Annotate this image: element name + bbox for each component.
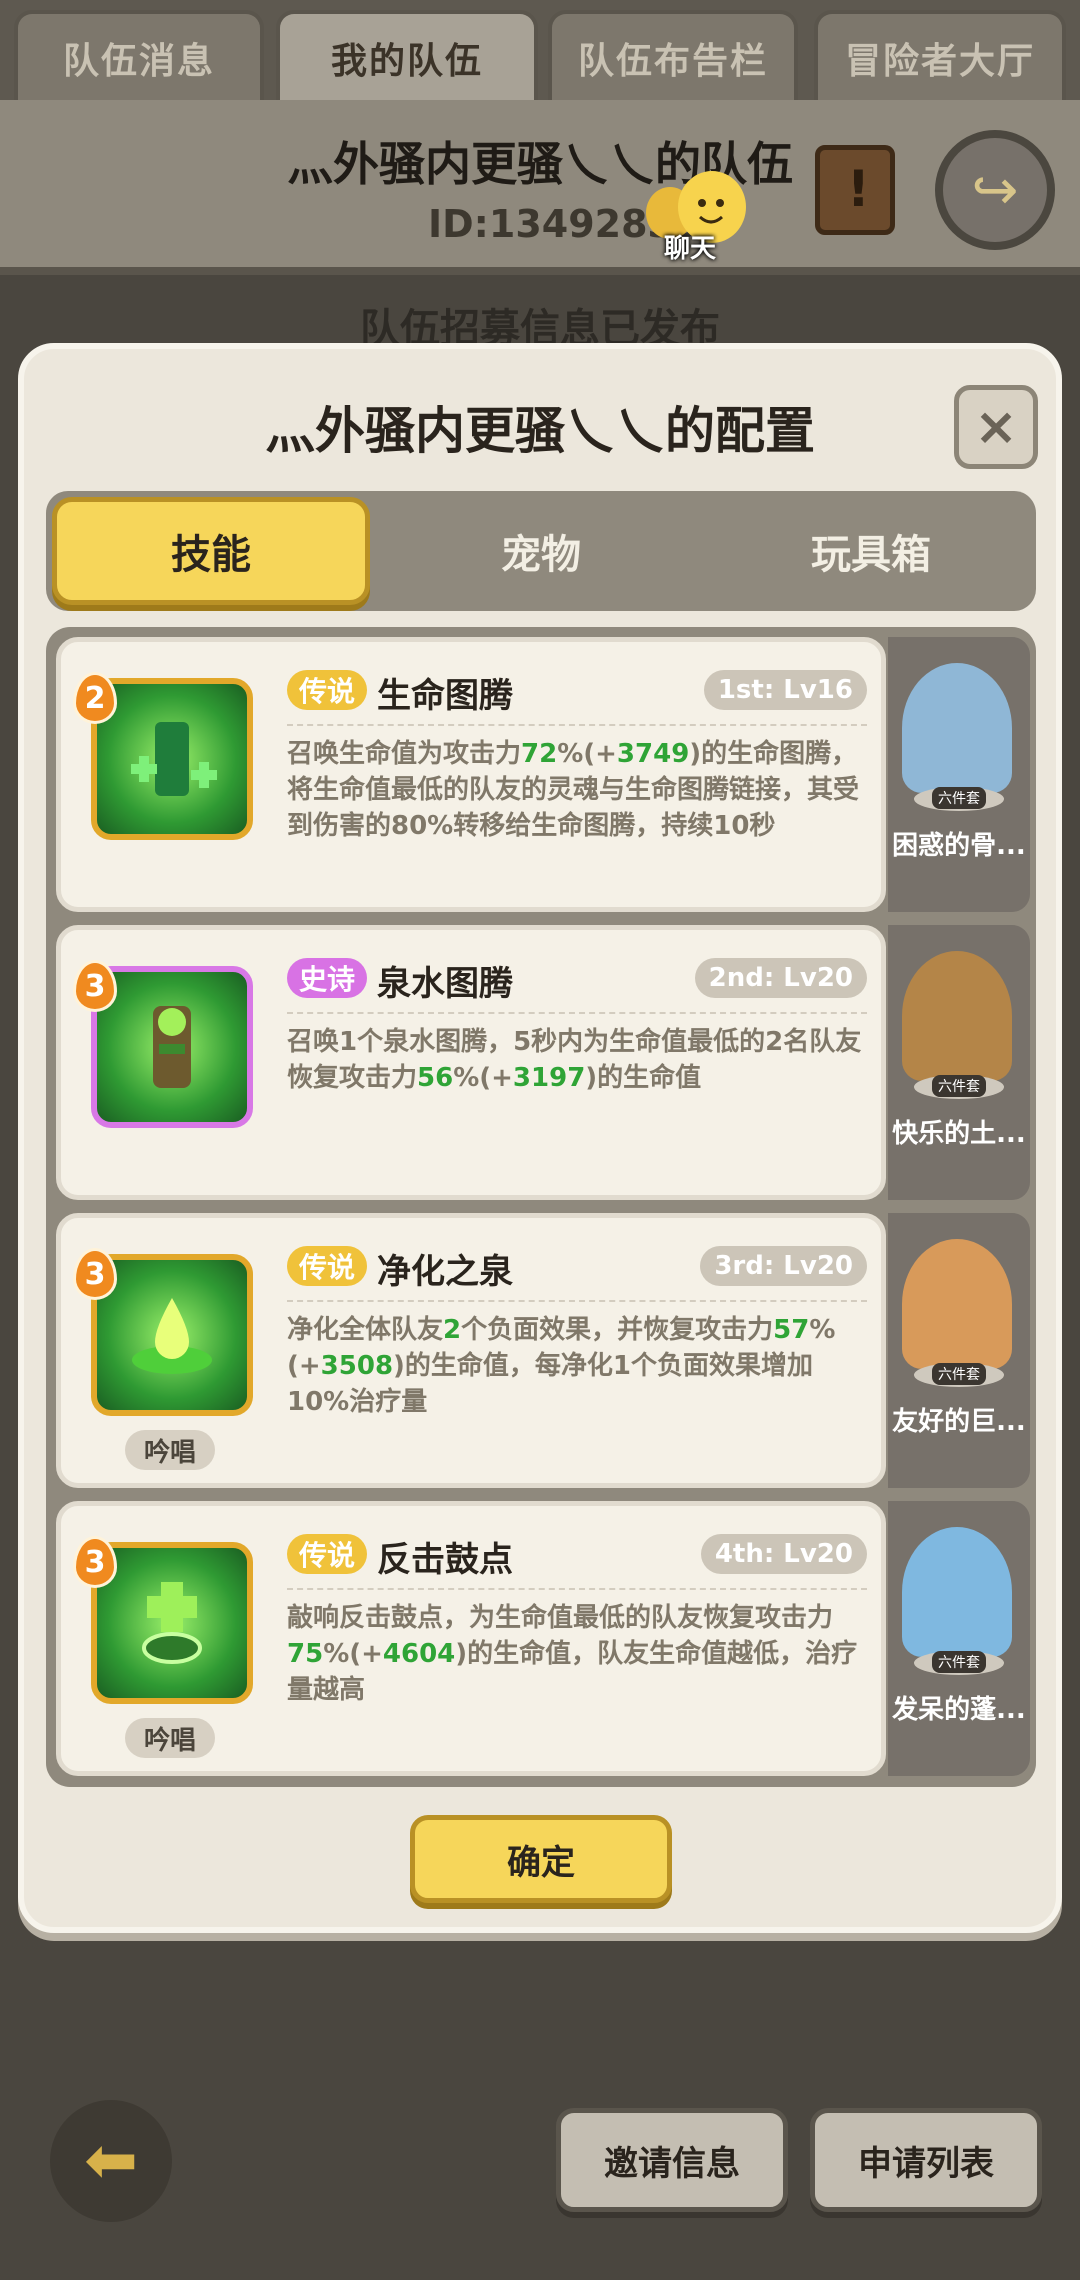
tab-team-board[interactable]: 队伍布告栏 bbox=[548, 10, 798, 102]
divider bbox=[287, 1300, 867, 1302]
tab-skills[interactable]: 技能 bbox=[52, 497, 370, 605]
chat-label[interactable]: 聊天 bbox=[650, 228, 730, 265]
pet-card[interactable]: 六件套 友好的巨... bbox=[888, 1213, 1030, 1488]
confirm-button[interactable]: 确定 bbox=[410, 1815, 672, 1903]
desc-number: 3749 bbox=[616, 739, 690, 769]
tab-pets[interactable]: 宠物 bbox=[382, 497, 700, 605]
desc-number: 56 bbox=[417, 1063, 454, 1093]
pet-image bbox=[902, 951, 1012, 1081]
skill-card[interactable]: 2 传说 生命图腾 1st: Lv16 召唤生命值为攻击力72%(+3749)的… bbox=[56, 637, 886, 912]
divider bbox=[287, 724, 867, 726]
skill-card[interactable]: 3 吟唱 传说 净化之泉 3rd: Lv20 净化全体队友2个负面效果，并恢复攻… bbox=[56, 1213, 886, 1488]
desc-text: 净化全体队友 bbox=[287, 1315, 444, 1345]
desc-text: 敲响反击鼓点，为生命值最低的队友恢复攻击力 bbox=[287, 1603, 834, 1633]
desc-text: 个负面效果，并恢复攻击力 bbox=[461, 1315, 774, 1345]
chant-tag: 吟唱 bbox=[125, 1430, 215, 1470]
desc-text: %(+ bbox=[323, 1639, 383, 1669]
rarity-tag: 传说 bbox=[287, 1246, 368, 1286]
rarity-tag: 史诗 bbox=[287, 958, 368, 998]
apply-list-button[interactable]: 申请列表 bbox=[810, 2108, 1042, 2212]
tab-adventurer-hall[interactable]: 冒险者大厅 bbox=[814, 10, 1066, 102]
skills-panel: 2 传说 生命图腾 1st: Lv16 召唤生命值为攻击力72%(+3749)的… bbox=[46, 627, 1036, 1787]
config-tab-bar: 技能 宠物 玩具箱 bbox=[46, 491, 1036, 611]
skill-name: 净化之泉 bbox=[377, 1252, 513, 1292]
droplet-icon bbox=[132, 1298, 212, 1374]
skill-card[interactable]: 3 吟唱 传说 反击鼓点 4th: Lv20 敲响反击鼓点，为生命值最低的队友恢… bbox=[56, 1501, 886, 1776]
skill-rank-tag: 1st: Lv16 bbox=[703, 670, 867, 710]
pet-set-badge: 六件套 bbox=[932, 1363, 986, 1385]
desc-number: 72 bbox=[521, 739, 558, 769]
team-header: 灬外骚内更骚乀乀的队伍 ID:13492839 bbox=[0, 100, 1080, 275]
desc-text: )的生命值 bbox=[585, 1063, 702, 1093]
skill-card[interactable]: 3 史诗 泉水图腾 2nd: Lv20 召唤1个泉水图腾，5秒内为生命值最低的2… bbox=[56, 925, 886, 1200]
close-icon: × bbox=[974, 397, 1018, 457]
pet-card[interactable]: 六件套 发呆的蓬... bbox=[888, 1501, 1030, 1776]
rarity-tag: 传说 bbox=[287, 670, 368, 710]
config-modal: 灬外骚内更骚乀乀的配置 × 技能 宠物 玩具箱 2 传说 生命图腾 1st: L… bbox=[18, 343, 1062, 1933]
chant-tag: 吟唱 bbox=[125, 1718, 215, 1758]
desc-number: 3197 bbox=[512, 1063, 586, 1093]
desc-number: 3508 bbox=[320, 1351, 394, 1381]
exit-team-button[interactable]: ↪ bbox=[935, 130, 1055, 250]
drum-cross-icon bbox=[142, 1582, 202, 1664]
pet-name: 困惑的骨... bbox=[892, 831, 1026, 861]
skill-rank-tag: 2nd: Lv20 bbox=[694, 958, 867, 998]
desc-number: 2 bbox=[443, 1315, 462, 1345]
pet-set-badge: 六件套 bbox=[932, 1651, 986, 1673]
skill-description: 敲响反击鼓点，为生命值最低的队友恢复攻击力75%(+4604)的生命值，队友生命… bbox=[287, 1600, 867, 1708]
desc-number: 57 bbox=[773, 1315, 810, 1345]
desc-text: 召唤生命值为攻击力 bbox=[287, 739, 522, 769]
divider bbox=[287, 1012, 867, 1014]
top-tab-bar: 队伍消息 我的队伍 队伍布告栏 冒险者大厅 bbox=[0, 0, 1080, 102]
tab-toybox[interactable]: 玩具箱 bbox=[712, 497, 1030, 605]
tab-my-team[interactable]: 我的队伍 bbox=[276, 10, 538, 102]
tab-team-messages[interactable]: 队伍消息 bbox=[14, 10, 264, 102]
skill-description: 召唤生命值为攻击力72%(+3749)的生命图腾，将生命值最低的队友的灵魂与生命… bbox=[287, 736, 867, 844]
skill-description: 召唤1个泉水图腾，5秒内为生命值最低的2名队友恢复攻击力56%(+3197)的生… bbox=[287, 1024, 867, 1096]
desc-text: %(+ bbox=[557, 739, 617, 769]
desc-number: 75 bbox=[287, 1639, 324, 1669]
pet-image bbox=[902, 1239, 1012, 1369]
rarity-tag: 传说 bbox=[287, 1534, 368, 1574]
skill-rank-tag: 4th: Lv20 bbox=[700, 1534, 867, 1574]
skill-name: 泉水图腾 bbox=[377, 964, 513, 1004]
pet-set-badge: 六件套 bbox=[932, 787, 986, 809]
pet-name: 发呆的蓬... bbox=[892, 1695, 1026, 1725]
modal-title: 灬外骚内更骚乀乀的配置 bbox=[265, 402, 815, 460]
pet-image bbox=[902, 663, 1012, 793]
pet-image bbox=[902, 1527, 1012, 1657]
notice-scroll-icon[interactable] bbox=[815, 145, 895, 235]
pet-name: 友好的巨... bbox=[892, 1407, 1026, 1437]
divider bbox=[287, 1588, 867, 1590]
pet-card[interactable]: 六件套 快乐的土... bbox=[888, 925, 1030, 1200]
totem-icon bbox=[153, 1006, 191, 1088]
desc-number: 4604 bbox=[382, 1639, 456, 1669]
back-arrow-icon: ⬅ bbox=[84, 2124, 138, 2198]
skill-rank-tag: 3rd: Lv20 bbox=[700, 1246, 867, 1286]
pet-name: 快乐的土... bbox=[892, 1119, 1026, 1149]
skill-name: 生命图腾 bbox=[377, 676, 513, 716]
invite-info-button[interactable]: 邀请信息 bbox=[556, 2108, 788, 2212]
close-button[interactable]: × bbox=[954, 385, 1038, 469]
back-button[interactable]: ⬅ bbox=[50, 2100, 172, 2222]
skill-name: 反击鼓点 bbox=[377, 1540, 513, 1580]
team-name: 灬外骚内更骚乀乀的队伍 bbox=[287, 137, 793, 191]
exit-arrow-icon: ↪ bbox=[971, 157, 1019, 223]
desc-text: %(+ bbox=[453, 1063, 513, 1093]
totem-icon bbox=[131, 722, 217, 796]
pet-card[interactable]: 六件套 困惑的骨... bbox=[888, 637, 1030, 912]
pet-set-badge: 六件套 bbox=[932, 1075, 986, 1097]
skill-description: 净化全体队友2个负面效果，并恢复攻击力57%(+3508)的生命值，每净化1个负… bbox=[287, 1312, 867, 1420]
